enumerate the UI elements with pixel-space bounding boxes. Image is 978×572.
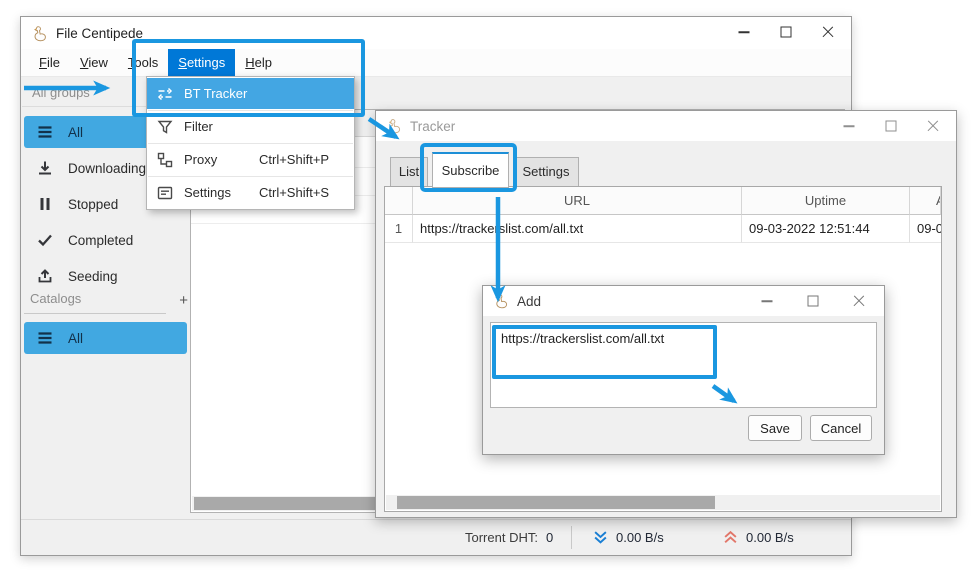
- bt-tracker-icon: [157, 86, 173, 102]
- settings-dropdown-menu: BT Tracker Filter Proxy Ctrl+Shift+P Set…: [146, 76, 355, 210]
- download-icon: [36, 159, 54, 177]
- double-chevron-down-icon: [593, 530, 608, 545]
- column-header-uptime[interactable]: Uptime: [742, 187, 910, 215]
- sidebar-label: All: [68, 125, 83, 140]
- settings-icon: [157, 185, 173, 201]
- screenshot-canvas: File Centipede File View Tools Settings …: [0, 0, 978, 572]
- extra-cell: 09-0: [910, 215, 941, 243]
- upload-speed-value: 0.00 B/s: [746, 530, 794, 545]
- menu-icon: [36, 123, 54, 141]
- dht-status: Torrent DHT: 0: [465, 520, 553, 555]
- proxy-icon: [157, 152, 173, 168]
- menu-settings[interactable]: Settings: [168, 49, 235, 76]
- add-dialog-title: Add: [517, 294, 541, 309]
- dht-value: 0: [546, 530, 553, 545]
- scrollbar-thumb[interactable]: [397, 496, 715, 509]
- row-number-cell: 1: [385, 215, 413, 243]
- add-dialog: Add https://trackerslist.com/all.txt Sav…: [482, 285, 885, 455]
- check-icon: [36, 231, 54, 249]
- sidebar-label: Downloading: [68, 161, 146, 176]
- column-header-extra[interactable]: A: [910, 187, 941, 215]
- download-speed-status: 0.00 B/s: [593, 520, 664, 555]
- upload-icon: [36, 267, 54, 285]
- menu-item-label: Proxy: [184, 152, 217, 167]
- uptime-cell: 09-03-2022 12:51:44: [742, 215, 910, 243]
- horizontal-scrollbar[interactable]: [386, 495, 940, 510]
- tab-list[interactable]: List: [390, 157, 428, 187]
- menu-item-filter[interactable]: Filter: [147, 111, 354, 142]
- tracker-url-textarea[interactable]: https://trackerslist.com/all.txt: [490, 322, 877, 408]
- tab-subscribe[interactable]: Subscribe: [432, 152, 509, 188]
- app-goose-icon: [386, 118, 402, 134]
- minimize-icon[interactable]: [744, 286, 790, 316]
- divider: [24, 313, 166, 314]
- menu-shortcut: Ctrl+Shift+S: [259, 185, 329, 200]
- menu-item-proxy[interactable]: Proxy Ctrl+Shift+P: [147, 144, 354, 175]
- sidebar-label: Stopped: [68, 197, 118, 212]
- menu-item-label: Filter: [184, 119, 213, 134]
- main-window-title: File Centipede: [56, 26, 143, 41]
- app-goose-icon: [31, 25, 48, 42]
- double-chevron-up-icon: [723, 530, 738, 545]
- maximize-icon[interactable]: [870, 111, 912, 141]
- column-header-url[interactable]: URL: [413, 187, 742, 215]
- close-icon[interactable]: [912, 111, 954, 141]
- sidebar-catalog-all[interactable]: All: [24, 322, 187, 354]
- sidebar-item-seeding[interactable]: Seeding: [24, 260, 187, 292]
- menu-shortcut: Ctrl+Shift+P: [259, 152, 329, 167]
- close-icon[interactable]: [807, 17, 849, 47]
- menu-icon: [36, 329, 54, 347]
- pause-icon: [36, 195, 54, 213]
- minimize-icon[interactable]: [723, 17, 765, 47]
- tab-settings[interactable]: Settings: [513, 157, 579, 187]
- maximize-icon[interactable]: [765, 17, 807, 47]
- download-speed-value: 0.00 B/s: [616, 530, 664, 545]
- sidebar-item-completed[interactable]: Completed: [24, 224, 187, 256]
- maximize-icon[interactable]: [790, 286, 836, 316]
- menubar: File View Tools Settings Help: [21, 49, 851, 77]
- menu-tools[interactable]: Tools: [118, 49, 168, 76]
- tracker-window-title: Tracker: [410, 119, 455, 134]
- sidebar-label: Seeding: [68, 269, 118, 284]
- minimize-icon[interactable]: [828, 111, 870, 141]
- close-icon[interactable]: [836, 286, 882, 316]
- dht-label: Torrent DHT:: [465, 530, 538, 545]
- main-titlebar: File Centipede: [21, 17, 851, 49]
- url-cell[interactable]: https://trackerslist.com/all.txt: [413, 215, 742, 243]
- menu-view[interactable]: View: [70, 49, 118, 76]
- app-goose-icon: [493, 293, 509, 309]
- add-titlebar: Add: [483, 286, 884, 316]
- menu-item-label: Settings: [184, 185, 231, 200]
- menu-help[interactable]: Help: [235, 49, 282, 76]
- menu-item-label: BT Tracker: [184, 86, 247, 101]
- save-button[interactable]: Save: [748, 415, 802, 441]
- upload-speed-status: 0.00 B/s: [723, 520, 794, 555]
- filter-icon: [157, 119, 173, 135]
- sidebar-label: Completed: [68, 233, 133, 248]
- column-header-num[interactable]: [385, 187, 413, 215]
- menu-file[interactable]: File: [29, 49, 70, 76]
- menu-item-settings[interactable]: Settings Ctrl+Shift+S: [147, 177, 354, 208]
- tracker-titlebar: Tracker: [376, 111, 956, 141]
- sidebar-label: All: [68, 331, 83, 346]
- catalogs-label: Catalogs: [30, 291, 81, 306]
- status-divider: [571, 526, 572, 549]
- add-catalog-button[interactable]: +: [179, 291, 188, 311]
- status-bar: Torrent DHT: 0 0.00 B/s 0.00 B/s: [21, 519, 851, 555]
- cancel-button[interactable]: Cancel: [810, 415, 872, 441]
- menu-item-bt-tracker[interactable]: BT Tracker: [147, 78, 354, 109]
- catalogs-section: Catalogs +: [30, 291, 188, 313]
